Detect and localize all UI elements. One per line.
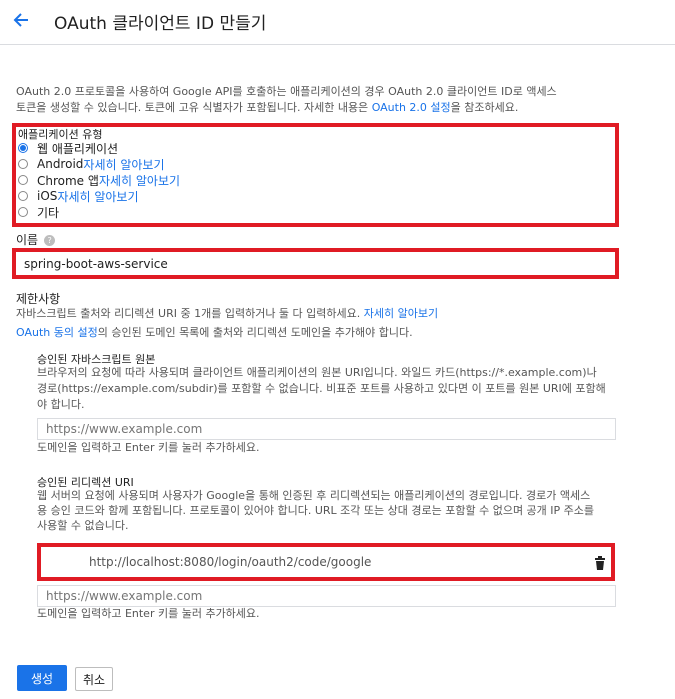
- create-button[interactable]: 생성: [17, 665, 67, 691]
- redirect-uri-entry[interactable]: http://localhost:8080/login/oauth2/code/…: [41, 547, 611, 577]
- redirects-desc-3: 사용할 수 없습니다.: [37, 519, 129, 532]
- name-label: 이름?: [16, 231, 56, 248]
- arrow-left-icon[interactable]: [10, 9, 32, 31]
- intro-text: 토큰을 생성할 수 있습니다. 토큰에 고유 식별자가 포함됩니다. 자세한 내…: [16, 101, 372, 114]
- radio-web-application[interactable]: 웹 애플리케이션: [18, 140, 118, 156]
- radio-android[interactable]: Android 자세히 알아보기: [18, 156, 165, 172]
- learn-more-link[interactable]: 자세히 알아보기: [83, 156, 164, 173]
- intro-line-2: 토큰을 생성할 수 있습니다. 토큰에 고유 식별자가 포함됩니다. 자세한 내…: [16, 100, 518, 116]
- restrictions-tail: 의 승인된 도메인 목록에 출처와 리디렉션 도메인을 추가해야 합니다.: [97, 326, 413, 339]
- restrictions-text: 자바스크립트 출처와 리디렉션 URI 중 1개를 입력하거나 둘 다 입력하세…: [16, 307, 364, 320]
- radio-ios[interactable]: iOS 자세히 알아보기: [18, 188, 139, 204]
- page-title: OAuth 클라이언트 ID 만들기: [54, 14, 267, 34]
- radio-chrome-app[interactable]: Chrome 앱 자세히 알아보기: [18, 172, 180, 188]
- radio-icon[interactable]: [18, 191, 28, 201]
- cancel-button[interactable]: 취소: [75, 667, 113, 691]
- origins-desc-3: 야 합니다.: [37, 398, 85, 411]
- origins-desc-2: 경로(https://example.com/subdir)를 포함할 수 없습…: [37, 382, 606, 395]
- origins-desc-1: 브라우저의 요청에 따라 사용되며 클라이언트 애플리케이션의 원본 URI입니…: [37, 366, 597, 379]
- radio-other[interactable]: 기타: [18, 204, 59, 220]
- oauth-consent-link[interactable]: OAuth 동의 설정: [16, 326, 98, 339]
- name-label-text: 이름: [16, 233, 39, 247]
- radio-label: iOS: [37, 189, 58, 203]
- radio-selected-icon[interactable]: [18, 143, 28, 153]
- radio-label: Chrome 앱: [37, 173, 99, 188]
- restrictions-title: 제한사항: [16, 292, 61, 306]
- redirects-hint: 도메인을 입력하고 Enter 키를 눌러 추가하세요.: [37, 607, 260, 620]
- radio-icon[interactable]: [18, 175, 28, 185]
- radio-label: Android: [37, 157, 84, 171]
- restrictions-line-1: 자바스크립트 출처와 리디렉션 URI 중 1개를 입력하거나 둘 다 입력하세…: [16, 306, 438, 322]
- radio-label: 기타: [37, 205, 60, 220]
- trash-icon[interactable]: [594, 555, 606, 570]
- help-icon[interactable]: ?: [44, 235, 56, 246]
- radio-icon[interactable]: [18, 207, 28, 217]
- origins-hint: 도메인을 입력하고 Enter 키를 눌러 추가하세요.: [37, 441, 260, 454]
- intro-tail: 을 참조하세요.: [450, 101, 519, 114]
- learn-more-link[interactable]: 자세히 알아보기: [364, 307, 438, 320]
- page-header: OAuth 클라이언트 ID 만들기: [0, 0, 675, 45]
- name-input[interactable]: spring-boot-aws-service: [16, 252, 615, 275]
- intro-line-1: OAuth 2.0 프로토콜을 사용하여 Google API를 호출하는 애플…: [16, 85, 557, 98]
- learn-more-link[interactable]: 자세히 알아보기: [57, 188, 138, 205]
- radio-icon[interactable]: [18, 159, 28, 169]
- oauth-settings-link[interactable]: OAuth 2.0 설정: [372, 101, 451, 114]
- learn-more-link[interactable]: 자세히 알아보기: [99, 172, 180, 189]
- restrictions-line-2: OAuth 동의 설정의 승인된 도메인 목록에 출처와 리디렉션 도메인을 추…: [16, 325, 413, 341]
- redirects-desc-2: 용 승인 코드와 함께 포함됩니다. 프로토콜이 있어야 합니다. URL 조각…: [37, 504, 595, 517]
- redirects-input[interactable]: https://www.example.com: [37, 585, 616, 607]
- radio-label: 웹 애플리케이션: [37, 141, 119, 156]
- origins-input[interactable]: https://www.example.com: [37, 418, 616, 440]
- redirects-desc-1: 웹 서버의 요청에 사용되며 사용자가 Google을 통해 인증된 후 리디렉…: [37, 489, 591, 502]
